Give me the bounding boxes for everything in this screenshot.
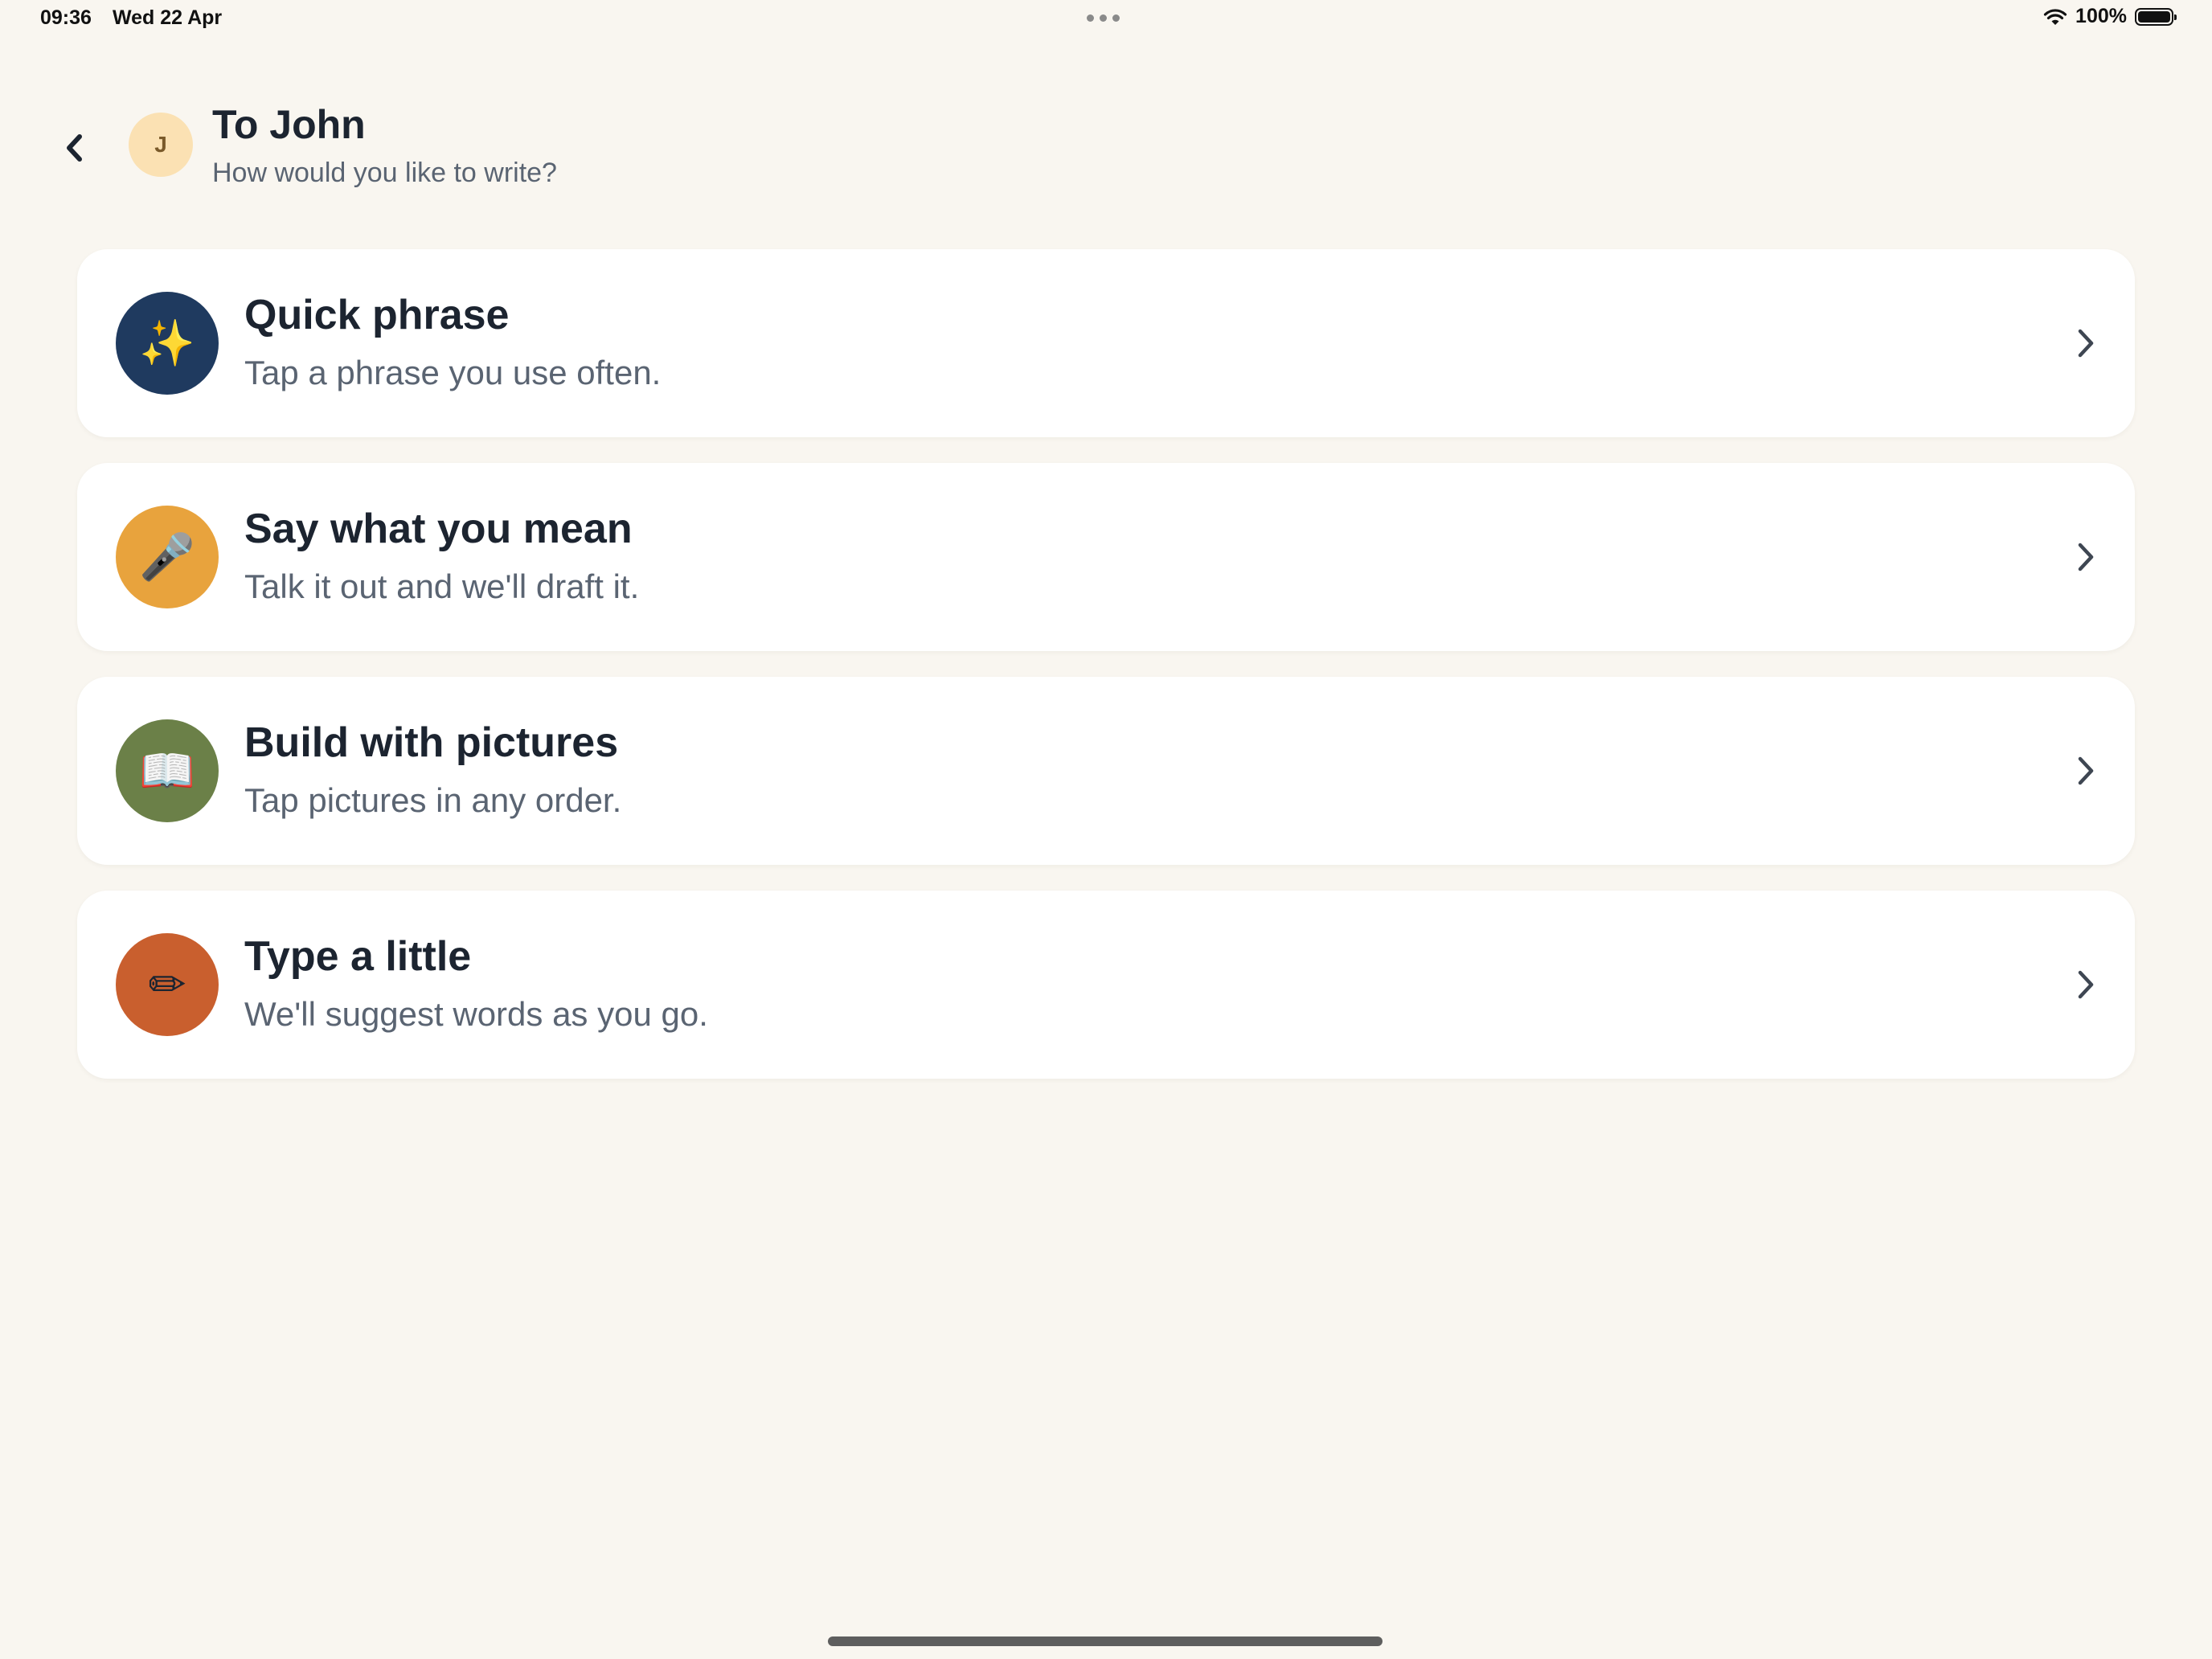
back-button[interactable]	[56, 127, 92, 169]
chevron-right-icon	[2078, 970, 2094, 999]
option-description: Tap a phrase you use often.	[244, 354, 662, 391]
battery-icon	[2135, 7, 2177, 26]
chevron-right-icon	[2078, 756, 2094, 785]
option-title: Build with pictures	[244, 719, 619, 766]
option-title: Say what you mean	[244, 506, 633, 552]
status-time: 09:36	[40, 6, 92, 29]
battery-percentage: 100%	[2075, 5, 2127, 27]
book-icon: 📖	[116, 719, 219, 822]
option-say-what-you-mean[interactable]: 🎤 Say what you mean Talk it out and we'l…	[77, 463, 2135, 651]
option-build-with-pictures[interactable]: 📖 Build with pictures Tap pictures in an…	[77, 677, 2135, 865]
option-description: Talk it out and we'll draft it.	[244, 567, 640, 605]
multitasking-dots-icon[interactable]	[1087, 14, 1120, 22]
chevron-right-icon	[2078, 329, 2094, 358]
writing-options-list: ✨ Quick phrase Tap a phrase you use ofte…	[77, 249, 2135, 1104]
option-description: Tap pictures in any order.	[244, 781, 622, 819]
microphone-icon: 🎤	[116, 506, 219, 608]
status-bar: 09:36 Wed 22 Apr 100%	[0, 0, 2212, 40]
chevron-right-icon	[2078, 543, 2094, 571]
avatar: J	[129, 113, 193, 177]
wifi-icon	[2043, 7, 2067, 27]
option-description: We'll suggest words as you go.	[244, 995, 708, 1033]
chevron-left-icon	[67, 134, 82, 162]
pencil-icon: ✏	[116, 933, 219, 1036]
home-indicator[interactable]	[828, 1636, 1382, 1646]
option-quick-phrase[interactable]: ✨ Quick phrase Tap a phrase you use ofte…	[77, 249, 2135, 437]
option-type-a-little[interactable]: ✏ Type a little We'll suggest words as y…	[77, 891, 2135, 1079]
option-title: Quick phrase	[244, 292, 510, 338]
status-indicators: 100%	[2043, 5, 2177, 28]
page-subtitle: How would you like to write?	[212, 158, 557, 188]
option-title: Type a little	[244, 933, 472, 980]
page-title: To John	[212, 102, 366, 147]
status-date: Wed 22 Apr	[113, 6, 223, 29]
sparkles-icon: ✨	[116, 292, 219, 395]
